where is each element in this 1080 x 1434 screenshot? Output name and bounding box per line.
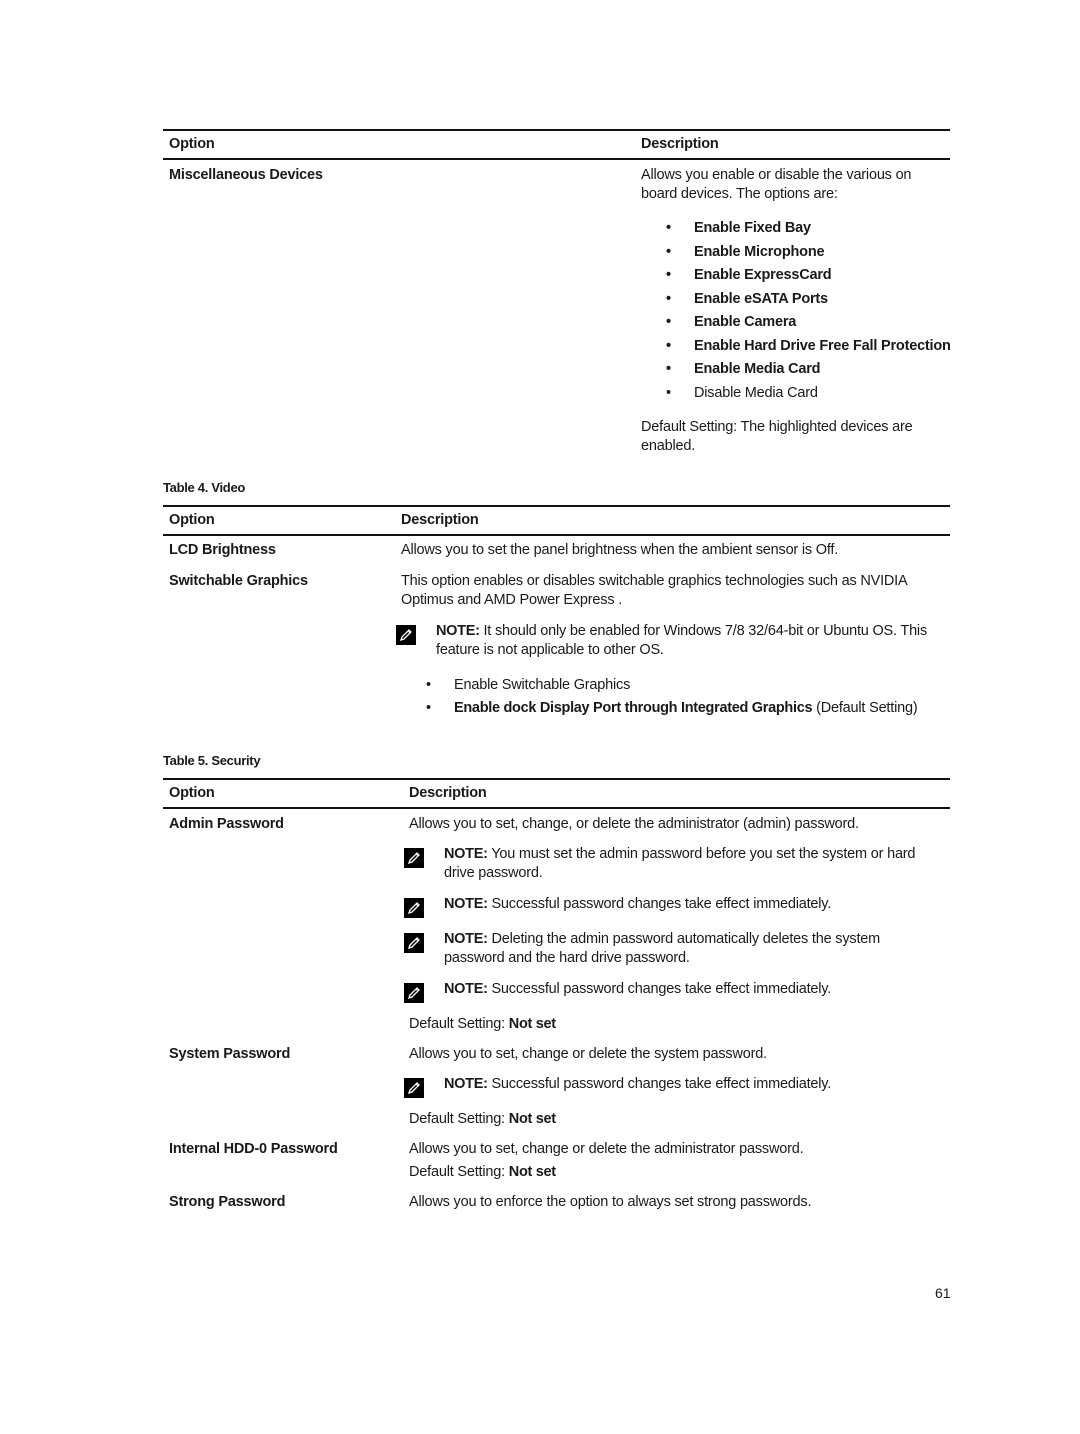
note-text: NOTE: Deleting the admin password automa… xyxy=(444,931,881,947)
list-item: • Enable eSATA Ports xyxy=(666,291,828,307)
description-line: Allows you to set, change, or delete the… xyxy=(409,816,859,832)
note-text: NOTE: You must set the admin password be… xyxy=(444,846,916,862)
note-text-line: password and the hard drive password. xyxy=(444,950,690,966)
description-line: Optimus and AMD Power Express . xyxy=(401,592,623,608)
list-item: • Enable Hard Drive Free Fall Protection xyxy=(666,338,951,354)
list-item: • Enable Camera xyxy=(666,314,797,330)
table-caption-video: Table 4. Video xyxy=(163,480,246,495)
option-system-password: System Password xyxy=(169,1046,291,1062)
list-item: • Disable Media Card xyxy=(666,385,818,401)
note-text: NOTE: Successful password changes take e… xyxy=(444,981,832,997)
header-option: Option xyxy=(169,785,215,801)
option-switchable-graphics: Switchable Graphics xyxy=(169,573,308,589)
description-line: Allows you to set, change or delete the … xyxy=(409,1046,767,1062)
list-item: • Enable Fixed Bay xyxy=(666,220,811,236)
list-item: • Enable Microphone xyxy=(666,244,825,260)
note-pencil-icon xyxy=(404,933,424,953)
table-top-rule xyxy=(163,778,950,780)
list-item: • Enable ExpressCard xyxy=(666,267,832,283)
header-rule xyxy=(163,534,950,536)
header-rule xyxy=(163,158,950,160)
description-line: Allows you to enforce the option to alwa… xyxy=(409,1194,812,1210)
option-miscellaneous-devices: Miscellaneous Devices xyxy=(169,167,323,183)
option-lcd-brightness: LCD Brightness xyxy=(169,542,276,558)
note-pencil-icon xyxy=(404,1078,424,1098)
option-internal-hdd-password: Internal HDD-0 Password xyxy=(169,1141,338,1157)
default-setting: Default Setting: Not set xyxy=(409,1016,556,1032)
table-top-rule xyxy=(163,505,950,507)
note-pencil-icon xyxy=(404,848,424,868)
description-line: board devices. The options are: xyxy=(641,186,838,202)
note-text: NOTE: Successful password changes take e… xyxy=(444,896,832,912)
description-line: This option enables or disables switchab… xyxy=(401,573,908,589)
note-text-line: feature is not applicable to other OS. xyxy=(436,642,664,658)
list-item: • Enable Switchable Graphics xyxy=(426,677,631,693)
list-item: • Enable dock Display Port through Integr… xyxy=(426,700,918,716)
table-caption-security: Table 5. Security xyxy=(163,753,261,768)
header-option: Option xyxy=(169,512,215,528)
note-text: NOTE: It should only be enabled for Wind… xyxy=(436,623,928,639)
note-pencil-icon xyxy=(404,898,424,918)
header-description: Description xyxy=(409,785,487,801)
note-text-line: drive password. xyxy=(444,865,543,881)
table-top-rule xyxy=(163,129,950,131)
header-description: Description xyxy=(641,136,719,152)
option-admin-password: Admin Password xyxy=(169,816,284,832)
default-setting: Default Setting: Not set xyxy=(409,1111,556,1127)
default-setting-line: Default Setting: The highlighted devices… xyxy=(641,419,913,435)
note-text: NOTE: Successful password changes take e… xyxy=(444,1076,832,1092)
header-rule xyxy=(163,807,950,809)
list-item: • Enable Media Card xyxy=(666,361,821,377)
default-setting: Default Setting: Not set xyxy=(409,1164,556,1180)
description-line: Allows you to set the panel brightness w… xyxy=(401,542,839,558)
default-setting-line: enabled. xyxy=(641,438,696,454)
description-line: Allows you to set, change or delete the … xyxy=(409,1141,804,1157)
option-strong-password: Strong Password xyxy=(169,1194,286,1210)
description-line: Allows you enable or disable the various… xyxy=(641,167,912,183)
note-pencil-icon xyxy=(404,983,424,1003)
header-description: Description xyxy=(401,512,479,528)
page-number: 61 xyxy=(935,1285,951,1301)
header-option: Option xyxy=(169,136,215,152)
note-pencil-icon xyxy=(396,625,416,645)
